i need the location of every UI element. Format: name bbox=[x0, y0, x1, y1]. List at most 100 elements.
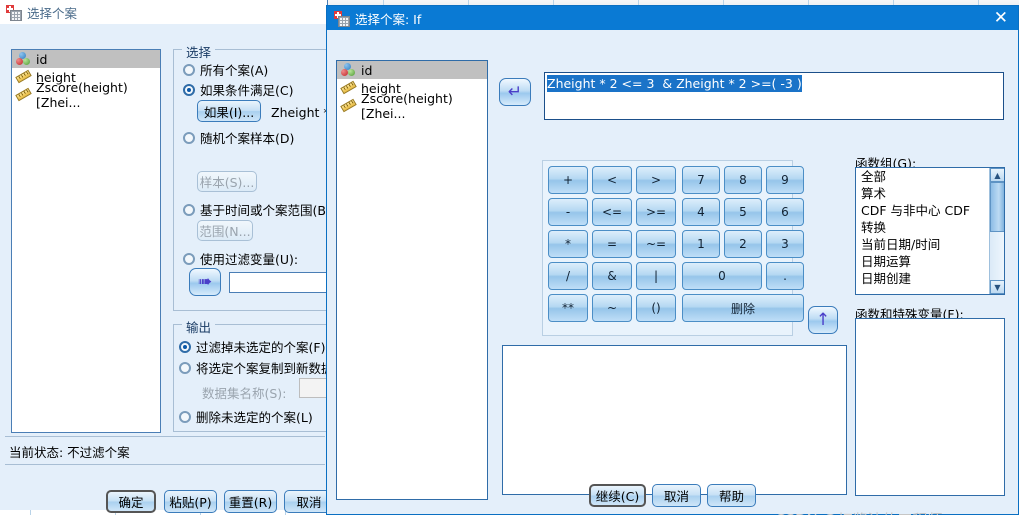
cancel-button-label: 取消 bbox=[296, 495, 322, 510]
key-delete[interactable]: 删除 bbox=[682, 294, 804, 322]
cancel-button[interactable]: 取消 bbox=[652, 484, 701, 507]
radio-if-condition[interactable]: 如果条件满足(C) bbox=[183, 80, 293, 99]
radio-indicator bbox=[183, 203, 195, 216]
key-0[interactable]: 0 bbox=[682, 262, 762, 290]
radio-indicator bbox=[183, 63, 195, 76]
list-item[interactable]: 日期创建 bbox=[856, 270, 1004, 287]
list-item[interactable]: Zscore(height) [Zhei... bbox=[12, 80, 160, 110]
operator-keypad: + < > 7 8 9 - <= >= 4 5 6 * = ~= 1 2 3 /… bbox=[542, 160, 804, 336]
key-power[interactable]: ** bbox=[548, 294, 588, 322]
list-item[interactable]: 全部 bbox=[856, 168, 1004, 185]
function-group-list[interactable]: 全部 算术 CDF 与非中心 CDF 转换 当前日期/时间 日期运算 日期创建 … bbox=[855, 167, 1005, 295]
arrow-left-icon: ↵ bbox=[507, 81, 523, 102]
radio-random-sample[interactable]: 随机个案样本(D) bbox=[183, 128, 294, 147]
key-1[interactable]: 1 bbox=[682, 230, 720, 258]
divider bbox=[5, 436, 325, 437]
divider bbox=[5, 464, 325, 465]
radio-use-filter-variable[interactable]: 使用过滤变量(U): bbox=[183, 249, 298, 268]
status-text: 当前状态: 不过滤个案 bbox=[9, 445, 130, 460]
key-less-than[interactable]: < bbox=[592, 166, 632, 194]
key-parentheses[interactable]: () bbox=[636, 294, 676, 322]
key-5[interactable]: 5 bbox=[724, 198, 762, 226]
key-9[interactable]: 9 bbox=[766, 166, 804, 194]
list-item[interactable]: Zscore(height) [Zhei... bbox=[337, 91, 487, 121]
radio-all-cases[interactable]: 所有个案(A) bbox=[183, 60, 268, 79]
list-item[interactable]: CDF 与非中心 CDF bbox=[856, 202, 1004, 219]
radio-label: 将选定个案复制到新数据 bbox=[196, 361, 334, 376]
help-button[interactable]: 帮助 bbox=[707, 484, 756, 507]
paste-button[interactable]: 粘贴(P) bbox=[164, 490, 217, 513]
output-group-title: 输出 bbox=[182, 317, 216, 336]
radio-label: 如果条件满足(C) bbox=[200, 83, 294, 98]
reset-button[interactable]: 重置(R) bbox=[224, 490, 277, 513]
push-variable-button[interactable]: ↵ bbox=[499, 78, 531, 106]
arrow-right-icon: ➠ bbox=[197, 271, 213, 292]
select-cases-dialog: 选择个案 id height Zscore(height) [Zhei... 选… bbox=[0, 0, 379, 513]
radio-time-or-case-range[interactable]: 基于时间或个案范围(B) bbox=[183, 200, 331, 219]
key-3[interactable]: 3 bbox=[766, 230, 804, 258]
if-variable-list[interactable]: id height Zscore(height) [Zhei... bbox=[336, 60, 488, 500]
spss-app-icon bbox=[333, 10, 350, 27]
radio-label: 基于时间或个案范围(B) bbox=[200, 203, 331, 218]
if-dialog-titlebar: 选择个案: If ✕ bbox=[327, 6, 1018, 30]
continue-button-label: 继续(C) bbox=[595, 489, 640, 504]
scale-icon bbox=[15, 69, 32, 84]
watermark-text: CSDN @打酱油的工程师 bbox=[775, 509, 943, 515]
radio-copy-to-new-dataset[interactable]: 将选定个案复制到新数据 bbox=[179, 358, 334, 377]
scroll-up-icon[interactable]: ▲ bbox=[990, 168, 1004, 182]
key-less-equal[interactable]: <= bbox=[592, 198, 632, 226]
list-item[interactable]: 转换 bbox=[856, 219, 1004, 236]
insert-function-button[interactable]: ↑ bbox=[808, 306, 838, 334]
select-cases-titlebar: 选择个案 bbox=[0, 0, 327, 24]
key-plus[interactable]: + bbox=[548, 166, 588, 194]
key-multiply[interactable]: * bbox=[548, 230, 588, 258]
key-6[interactable]: 6 bbox=[766, 198, 804, 226]
continue-button[interactable]: 继续(C) bbox=[589, 484, 646, 507]
expression-input[interactable]: Zheight * 2 <= 3 & Zheight * 2 >=( -3 ) bbox=[544, 72, 1004, 120]
scroll-down-icon[interactable]: ▼ bbox=[990, 280, 1004, 294]
if-dialog-title: 选择个案: If bbox=[355, 11, 422, 27]
key-2[interactable]: 2 bbox=[724, 230, 762, 258]
key-greater-equal[interactable]: >= bbox=[636, 198, 676, 226]
radio-indicator bbox=[179, 410, 191, 423]
list-item[interactable]: 算术 bbox=[856, 185, 1004, 202]
list-item[interactable]: 日期运算 bbox=[856, 253, 1004, 270]
list-item[interactable]: 当前日期/时间 bbox=[856, 236, 1004, 253]
key-not-equal[interactable]: ~= bbox=[636, 230, 676, 258]
key-minus[interactable]: - bbox=[548, 198, 588, 226]
radio-indicator bbox=[183, 131, 195, 144]
scrollbar-thumb[interactable] bbox=[990, 182, 1004, 232]
range-button[interactable]: 范围(N... bbox=[197, 220, 253, 241]
dataset-name-label: 数据集名称(S): bbox=[202, 386, 287, 401]
radio-label: 删除未选定的个案(L) bbox=[196, 410, 313, 425]
key-4[interactable]: 4 bbox=[682, 198, 720, 226]
function-group-scrollbar[interactable]: ▲ ▼ bbox=[989, 168, 1004, 294]
radio-filter-out-unselected[interactable]: 过滤掉未选定的个案(F) bbox=[179, 337, 325, 356]
radio-indicator bbox=[179, 340, 191, 353]
radio-delete-unselected[interactable]: 删除未选定的个案(L) bbox=[179, 407, 313, 426]
functions-list[interactable] bbox=[855, 318, 1005, 496]
radio-label: 随机个案样本(D) bbox=[200, 131, 295, 146]
key-7[interactable]: 7 bbox=[682, 166, 720, 194]
variable-label: id bbox=[361, 62, 373, 78]
close-icon[interactable]: ✕ bbox=[994, 9, 1008, 27]
variable-label: Zscore(height) [Zhei... bbox=[36, 80, 128, 110]
radio-indicator bbox=[183, 252, 195, 265]
list-item[interactable]: id bbox=[12, 50, 160, 68]
key-equal[interactable]: = bbox=[592, 230, 632, 258]
if-button[interactable]: 如果(I)... bbox=[197, 100, 261, 122]
key-decimal-point[interactable]: . bbox=[766, 262, 804, 290]
key-divide[interactable]: / bbox=[548, 262, 588, 290]
key-8[interactable]: 8 bbox=[724, 166, 762, 194]
select-cases-variable-list[interactable]: id height Zscore(height) [Zhei... bbox=[11, 49, 161, 433]
sample-button[interactable]: 样本(S)... bbox=[197, 171, 257, 192]
filter-variable-arrow-button[interactable]: ➠ bbox=[189, 268, 221, 296]
key-greater-than[interactable]: > bbox=[636, 166, 676, 194]
key-or[interactable]: | bbox=[636, 262, 676, 290]
expression-preview-box[interactable] bbox=[502, 345, 847, 495]
ok-button[interactable]: 确定 bbox=[106, 490, 156, 513]
cancel-button-label: 取消 bbox=[663, 489, 689, 504]
key-and[interactable]: & bbox=[592, 262, 632, 290]
key-not[interactable]: ~ bbox=[592, 294, 632, 322]
list-item[interactable]: id bbox=[337, 61, 487, 79]
